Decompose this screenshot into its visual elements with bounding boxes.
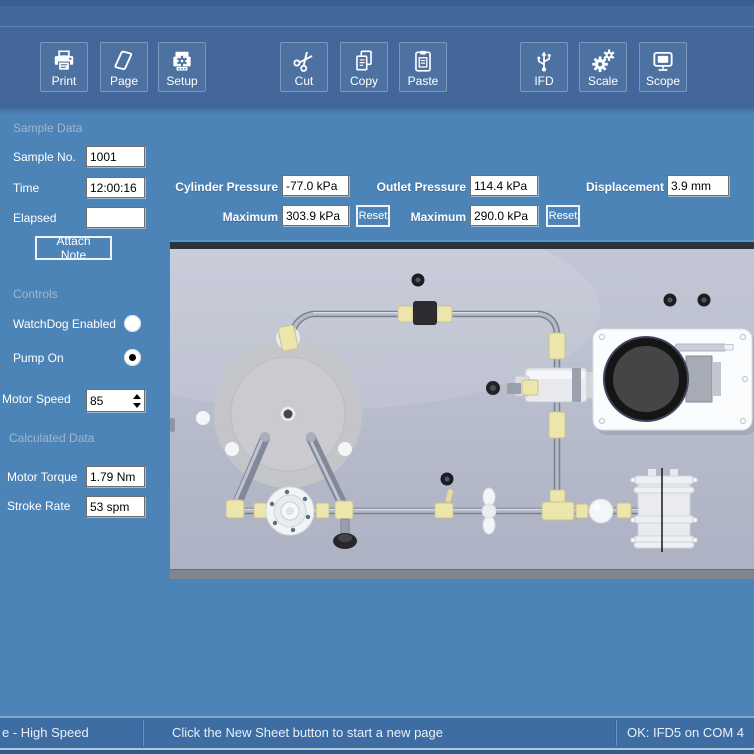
scale-button-label: Scale bbox=[588, 75, 618, 88]
motor-speed-input[interactable] bbox=[87, 390, 129, 411]
paste-button-label: Paste bbox=[408, 75, 439, 88]
toolbar: Print Page Setup bbox=[0, 27, 754, 104]
time-input[interactable] bbox=[86, 177, 145, 198]
motor-speed-stepper[interactable] bbox=[86, 389, 145, 412]
elapsed-label: Elapsed bbox=[13, 211, 56, 225]
scope-button[interactable]: Scope bbox=[639, 42, 687, 92]
sample-no-input[interactable] bbox=[86, 146, 145, 167]
clipboard-icon bbox=[410, 48, 436, 74]
watchdog-label: WatchDog Enabled bbox=[13, 317, 116, 331]
cylinder-pressure-label: Cylinder Pressure bbox=[170, 180, 278, 194]
motor-speed-label: Motor Speed bbox=[2, 392, 71, 406]
scope-button-label: Scope bbox=[646, 75, 680, 88]
page-button-label: Page bbox=[110, 75, 138, 88]
pump-on-label: Pump On bbox=[13, 351, 64, 365]
setup-button-label: Setup bbox=[166, 75, 197, 88]
printer-setup-icon bbox=[169, 48, 195, 74]
status-left-text: e - High Speed bbox=[2, 718, 89, 747]
bottom-dark-strip bbox=[0, 750, 754, 754]
sample-data-header: Sample Data bbox=[13, 121, 82, 135]
ifd-button-label: IFD bbox=[534, 75, 553, 88]
copy-button-label: Copy bbox=[350, 75, 378, 88]
usb-icon bbox=[531, 48, 557, 74]
outlet-max-reset-button[interactable]: Reset bbox=[546, 205, 580, 227]
copy-icon bbox=[351, 48, 377, 74]
cylinder-pressure-field[interactable] bbox=[282, 175, 349, 196]
gears-icon bbox=[590, 48, 616, 74]
outlet-pressure-field[interactable] bbox=[470, 175, 538, 196]
diagram-bottom-strip bbox=[170, 570, 754, 579]
stroke-rate-field[interactable] bbox=[86, 496, 145, 517]
stroke-rate-label: Stroke Rate bbox=[7, 499, 70, 513]
spin-up-icon[interactable] bbox=[133, 394, 141, 399]
displacement-field[interactable] bbox=[667, 175, 729, 196]
page-button[interactable]: Page bbox=[100, 42, 148, 92]
ifd-button[interactable]: IFD bbox=[520, 42, 568, 92]
status-divider bbox=[615, 720, 617, 746]
sample-no-label: Sample No. bbox=[13, 150, 76, 164]
calculated-data-header: Calculated Data bbox=[9, 431, 94, 445]
attach-note-button[interactable]: Attach Note bbox=[35, 236, 112, 260]
print-button-label: Print bbox=[52, 75, 77, 88]
motor-plate bbox=[593, 329, 754, 435]
setup-button[interactable]: Setup bbox=[158, 42, 206, 92]
scope-icon bbox=[650, 48, 676, 74]
cylinder-maximum-field[interactable] bbox=[282, 205, 349, 226]
page-icon bbox=[111, 48, 137, 74]
displacement-label: Displacement bbox=[560, 180, 664, 194]
copy-button[interactable]: Copy bbox=[340, 42, 388, 92]
printer-icon bbox=[51, 48, 77, 74]
diagram-top-strip bbox=[170, 242, 754, 249]
paste-button[interactable]: Paste bbox=[399, 42, 447, 92]
watchdog-radio[interactable] bbox=[124, 315, 141, 332]
toolbar-divider-band bbox=[0, 104, 754, 115]
scale-button[interactable]: Scale bbox=[579, 42, 627, 92]
elapsed-input[interactable] bbox=[86, 207, 145, 228]
cut-button-label: Cut bbox=[295, 75, 314, 88]
menu-band bbox=[0, 6, 754, 27]
accumulator-vessel bbox=[631, 468, 698, 552]
status-divider bbox=[142, 720, 144, 746]
cut-button[interactable]: Cut bbox=[280, 42, 328, 92]
ball-valve bbox=[589, 499, 613, 523]
time-label: Time bbox=[13, 181, 39, 195]
equipment-diagram bbox=[170, 240, 754, 579]
status-connection-text: OK: IFD5 on COM 4 bbox=[627, 718, 744, 747]
pump-flange bbox=[266, 487, 314, 535]
motor-torque-label: Motor Torque bbox=[7, 470, 77, 484]
scissors-icon bbox=[291, 48, 317, 74]
outlet-maximum-field[interactable] bbox=[470, 205, 538, 226]
status-bar: e - High Speed Click the New Sheet butto… bbox=[0, 716, 754, 748]
butterfly-union bbox=[482, 488, 496, 534]
cylinder-maximum-label: Maximum bbox=[170, 210, 278, 224]
spin-down-icon[interactable] bbox=[133, 403, 141, 408]
print-button[interactable]: Print bbox=[40, 42, 88, 92]
motor-torque-field[interactable] bbox=[86, 466, 145, 487]
controls-header: Controls bbox=[13, 287, 58, 301]
outlet-maximum-label: Maximum bbox=[368, 210, 466, 224]
outlet-pressure-label: Outlet Pressure bbox=[368, 180, 466, 194]
status-message-text: Click the New Sheet button to start a ne… bbox=[172, 718, 443, 747]
pump-on-radio[interactable] bbox=[124, 349, 141, 366]
